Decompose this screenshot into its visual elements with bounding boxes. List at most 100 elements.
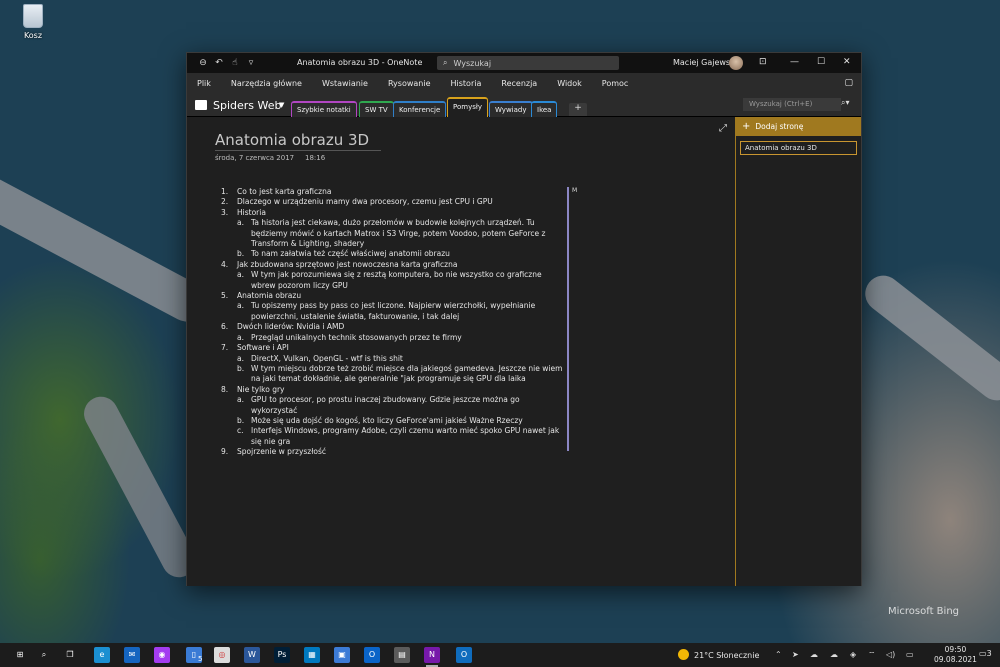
- chevron-up-icon[interactable]: ⌃: [775, 650, 782, 659]
- outline-subitem[interactable]: c. Interfejs Windows, programy Adobe, czy…: [237, 426, 565, 447]
- network-icon[interactable]: ⌔: [868, 650, 876, 660]
- outline-subitem[interactable]: a. W tym jak porozumiewa się z resztą kom…: [237, 270, 565, 291]
- section-tab[interactable]: Pomysły: [447, 97, 488, 117]
- outline-subitem[interactable]: b. To nam załatwia też część właściwej an…: [237, 249, 565, 259]
- taskbar: ⊞ ⌕ ❐ e ✉ ◉ ▯ 5 ◎ W Ps ▦ ▣ O ▤ N O 21°C Słonecznie ⌃ ➤ ☁…: [0, 643, 1000, 667]
- outline-container-bar[interactable]: [567, 187, 569, 451]
- menu-home[interactable]: Narzędzia główne: [231, 79, 302, 88]
- volume-icon[interactable]: ◁): [886, 650, 895, 659]
- outline-text: Ta historia jest ciekawa, dużo przełomów…: [251, 218, 546, 249]
- taskbar-calculator-icon[interactable]: ▤: [394, 647, 410, 663]
- taskbar-word-icon[interactable]: W: [244, 647, 260, 663]
- menu-insert[interactable]: Wstawianie: [322, 79, 368, 88]
- back-icon[interactable]: ⊖: [195, 58, 211, 68]
- keyboard-icon[interactable]: ▭: [906, 650, 914, 659]
- outline-item[interactable]: 2. Dlaczego w urządzeniu mamy dwa proceso…: [221, 197, 565, 207]
- outline-subitem[interactable]: b. Może się uda dojść do kogoś, kto liczy…: [237, 416, 565, 426]
- outline-number: a.: [237, 270, 244, 280]
- system-clock[interactable]: 09:50 09.08.2021: [934, 645, 977, 665]
- taskbar-search-icon[interactable]: ⌕: [36, 647, 52, 663]
- phone-badge: 5: [198, 655, 203, 663]
- outline-number: 7.: [221, 343, 229, 353]
- section-tab[interactable]: Wywiady: [489, 101, 533, 117]
- taskbar-messenger-icon[interactable]: ◉: [154, 647, 170, 663]
- outline-text: Co to jest karta graficzna: [237, 187, 332, 196]
- taskbar-outlook-alt-icon[interactable]: O: [364, 647, 380, 663]
- menu-review[interactable]: Recenzja: [501, 79, 537, 88]
- taskbar-mail-icon[interactable]: ✉: [124, 647, 140, 663]
- page-title[interactable]: Anatomia obrazu 3D: [215, 131, 369, 149]
- outline-number: 6.: [221, 322, 229, 332]
- outline-item[interactable]: 6. Dwóch liderów: Nvidia i AMD: [221, 322, 565, 332]
- sun-icon[interactable]: [678, 649, 689, 660]
- taskbar-onenote-icon[interactable]: N: [424, 647, 440, 663]
- weather-widget[interactable]: 21°C Słonecznie: [694, 651, 759, 660]
- notebook-name[interactable]: Spiders Web: [213, 99, 282, 112]
- taskbar-trello-icon[interactable]: ▦: [304, 647, 320, 663]
- outline-number: 1.: [221, 187, 229, 196]
- maximize-button[interactable]: ☐: [817, 57, 825, 67]
- outline-text: To nam załatwia też część właściwej anat…: [251, 249, 450, 259]
- outline-item[interactable]: 9. Spojrzenie w przyszłość: [221, 447, 565, 457]
- notification-center-button[interactable]: ▭3: [979, 649, 992, 658]
- user-name[interactable]: Maciej Gajewski: [673, 58, 737, 67]
- menu-help[interactable]: Pomoc: [602, 79, 629, 88]
- outline-subitem[interactable]: a. DirectX, Vulkan, OpenGL - wtf is this …: [237, 354, 565, 364]
- outline-item[interactable]: 4. Jak zbudowana sprzętowo jest nowoczesn…: [221, 260, 565, 270]
- expand-icon[interactable]: ⤢: [719, 123, 727, 134]
- add-page-label: Dodaj stronę: [755, 122, 804, 131]
- quick-access-chevron-icon[interactable]: ▿: [243, 58, 259, 68]
- cloud-icon[interactable]: ☁: [810, 650, 818, 659]
- onedrive-icon[interactable]: ☁: [830, 650, 838, 659]
- outline-text: Historia: [237, 207, 266, 217]
- taskbar-start-icon[interactable]: ⊞: [12, 647, 28, 663]
- add-page-button[interactable]: + Dodaj stronę: [736, 117, 861, 136]
- outline-item[interactable]: 1. Co to jest karta graficzna: [221, 187, 565, 197]
- search-input[interactable]: ⌕ Wyszukaj: [437, 56, 619, 70]
- search-icon[interactable]: ⌕▾: [841, 98, 850, 108]
- add-section-button[interactable]: +: [569, 103, 587, 116]
- outline-item[interactable]: 7. Software i API: [221, 343, 565, 353]
- menu-file[interactable]: Plik: [197, 79, 211, 88]
- page-time: 18:16: [305, 154, 326, 162]
- taskbar-photos-icon[interactable]: ▣: [334, 647, 350, 663]
- page-list-item[interactable]: Anatomia obrazu 3D: [740, 141, 857, 155]
- section-tab[interactable]: Konferencje: [393, 101, 447, 117]
- close-button[interactable]: ✕: [843, 57, 851, 67]
- chevron-down-icon[interactable]: ▼: [279, 101, 284, 109]
- taskbar-photoshop-icon[interactable]: Ps: [274, 647, 290, 663]
- outline-item[interactable]: 5. Anatomia obrazu: [221, 291, 565, 301]
- minimize-button[interactable]: —: [790, 57, 799, 67]
- notes-panel-icon[interactable]: ▢: [844, 78, 853, 88]
- undo-icon[interactable]: ↶: [211, 58, 227, 68]
- menu-view[interactable]: Widok: [557, 79, 582, 88]
- outline-subitem[interactable]: a. GPU to procesor, po prostu inaczej zbu…: [237, 395, 565, 416]
- outline-text: DirectX, Vulkan, OpenGL - wtf is this sh…: [251, 353, 403, 363]
- outline-subitem[interactable]: a. Ta historia jest ciekawa, dużo przełom…: [237, 218, 565, 249]
- ribbon-display-icon[interactable]: ⊡: [759, 57, 767, 67]
- taskbar-outlook-icon[interactable]: O: [456, 647, 472, 663]
- outline-subitem[interactable]: b. W tym miejscu dobrze też zrobić miejsc…: [237, 364, 565, 385]
- outline-item[interactable]: 3. Historia: [221, 208, 565, 218]
- taskbar-task-view-icon[interactable]: ❐: [62, 647, 78, 663]
- outline-item[interactable]: 8. Nie tylko gry: [221, 385, 565, 395]
- section-tab[interactable]: Ikea: [531, 101, 558, 117]
- avatar[interactable]: [729, 56, 743, 70]
- outline-number: a.: [237, 218, 244, 228]
- touch-mode-icon[interactable]: ☝: [227, 58, 243, 68]
- notification-count: 3: [986, 649, 992, 658]
- page-canvas[interactable]: ⤢ Anatomia obrazu 3D środa, 7 czerwca 20…: [187, 117, 735, 586]
- taskbar-edge-icon[interactable]: e: [94, 647, 110, 663]
- menu-history[interactable]: Historia: [451, 79, 482, 88]
- outline-subitem[interactable]: a. Przegląd unikalnych technik stosowanyc…: [237, 333, 565, 343]
- telegram-icon[interactable]: ➤: [792, 650, 799, 659]
- section-tab[interactable]: SW TV: [359, 101, 394, 117]
- app-tray-icon[interactable]: ◈: [850, 650, 856, 659]
- taskbar-chrome-icon[interactable]: ◎: [214, 647, 230, 663]
- page-search-input[interactable]: Wyszukaj (Ctrl+E): [743, 98, 841, 111]
- section-tab[interactable]: Szybkie notatki: [291, 101, 357, 117]
- outline-subitem[interactable]: a. Tu opiszemy pass by pass co jest liczo…: [237, 301, 565, 322]
- desktop-icon-recycle-bin[interactable]: Kosz: [16, 4, 50, 40]
- note-outline[interactable]: 1. Co to jest karta graficzna 2. Dlaczego w…: [221, 187, 565, 458]
- menu-draw[interactable]: Rysowanie: [388, 79, 431, 88]
